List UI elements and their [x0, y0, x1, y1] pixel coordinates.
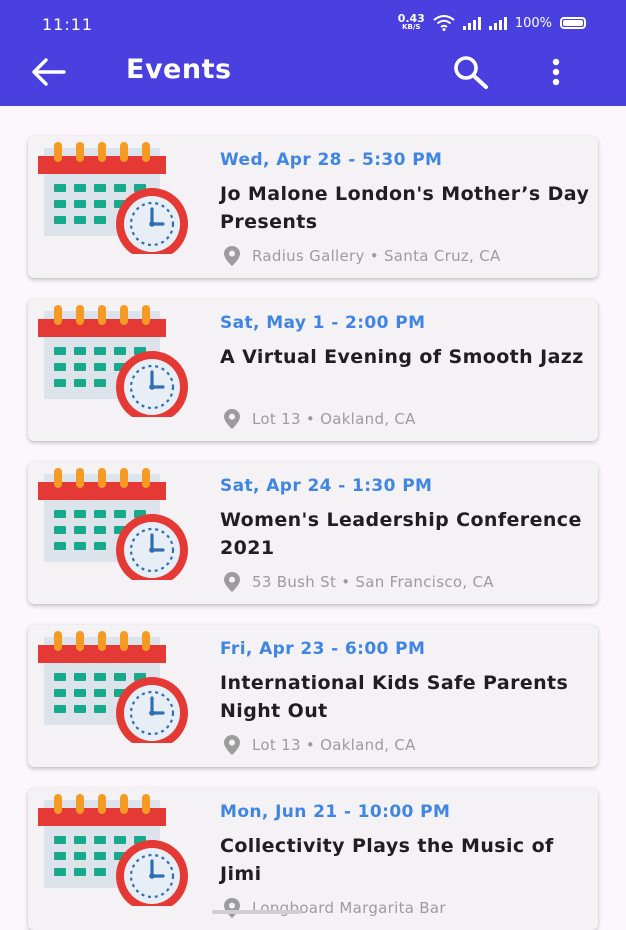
network-speed-unit: KB/S [402, 23, 421, 31]
battery-percent: 100% [514, 15, 552, 31]
calendar-clock-icon [36, 468, 192, 586]
event-location: Lot 13 • Oakland, CA [224, 735, 416, 755]
more-vertical-icon [552, 58, 560, 86]
battery-icon [560, 17, 586, 29]
event-location: 53 Bush St • San Francisco, CA [224, 572, 494, 592]
event-title: Jo Malone London's Mother’s Day Presents [220, 183, 590, 233]
calendar-clock-icon [36, 631, 192, 749]
event-location-text: Longboard Margarita Bar [252, 899, 446, 917]
event-location-text: Radius Gallery • Santa Cruz, CA [252, 247, 501, 265]
event-location: Radius Gallery • Santa Cruz, CA [224, 246, 501, 266]
calendar-clock-icon [36, 305, 192, 423]
event-date: Wed, Apr 28 - 5:30 PM [220, 150, 443, 170]
location-pin-icon [224, 409, 240, 429]
event-title: International Kids Safe Parents Night Ou… [220, 672, 569, 722]
app-bar: 11:11 0.43 KB/S 100% Events [0, 0, 626, 106]
event-location-text: Lot 13 • Oakland, CA [252, 410, 416, 428]
event-card[interactable]: Sat, Apr 24 - 1:30 PM Women's Leadership… [28, 462, 598, 604]
signal-icon [488, 16, 507, 30]
event-title: Collectivity Plays the Music of Jimi [220, 835, 554, 885]
event-date: Fri, Apr 23 - 6:00 PM [220, 639, 426, 659]
back-button[interactable] [28, 54, 68, 90]
event-title: A Virtual Evening of Smooth Jazz [220, 346, 584, 368]
event-card[interactable]: Wed, Apr 28 - 5:30 PM Jo Malone London's… [28, 136, 598, 278]
calendar-clock-icon [36, 794, 192, 912]
home-indicator[interactable] [212, 910, 302, 914]
search-button[interactable] [450, 52, 492, 92]
status-icons: 0.43 KB/S 100% [397, 12, 586, 31]
status-time: 11:11 [42, 15, 94, 34]
network-speed: 0.43 KB/S [397, 12, 425, 31]
event-location: Longboard Margarita Bar [224, 898, 446, 918]
location-pin-icon [224, 246, 240, 266]
wifi-icon [433, 15, 455, 31]
event-location-text: Lot 13 • Oakland, CA [252, 736, 416, 754]
location-pin-icon [224, 735, 240, 755]
event-date: Sat, May 1 - 2:00 PM [220, 313, 426, 333]
event-title: Women's Leadership Conference 2021 [220, 509, 582, 559]
event-location: Lot 13 • Oakland, CA [224, 409, 416, 429]
arrow-left-icon [32, 58, 66, 86]
location-pin-icon [224, 572, 240, 592]
more-options-button[interactable] [540, 52, 572, 92]
event-date: Sat, Apr 24 - 1:30 PM [220, 476, 433, 496]
event-location-text: 53 Bush St • San Francisco, CA [252, 573, 494, 591]
event-date: Mon, Jun 21 - 10:00 PM [220, 802, 451, 822]
location-pin-icon [224, 898, 240, 918]
event-card[interactable]: Mon, Jun 21 - 10:00 PM Collectivity Play… [28, 788, 598, 930]
network-speed-value: 0.43 [397, 12, 425, 25]
signal-icon [462, 16, 481, 30]
page-title: Events [126, 54, 232, 85]
search-icon [454, 56, 488, 89]
calendar-clock-icon [36, 142, 192, 260]
event-card[interactable]: Fri, Apr 23 - 6:00 PM International Kids… [28, 625, 598, 767]
event-card[interactable]: Sat, May 1 - 2:00 PM A Virtual Evening o… [28, 299, 598, 441]
